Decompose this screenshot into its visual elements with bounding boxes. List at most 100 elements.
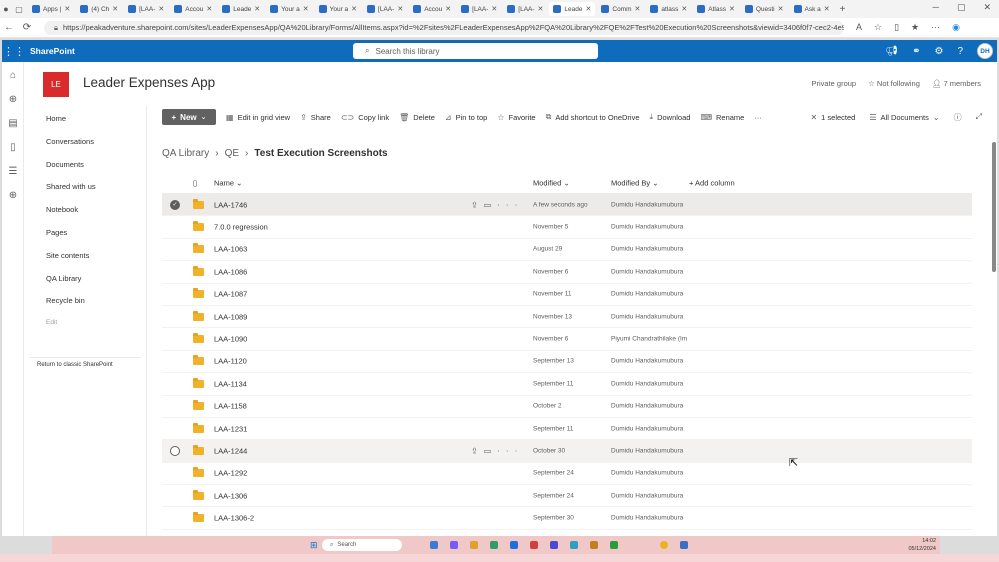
new-tab-button[interactable]: + (840, 4, 846, 15)
folder-name-link[interactable]: LAA-1120 (214, 357, 247, 366)
browser-tab[interactable]: Accou ✕ (409, 2, 455, 16)
taskbar-app-icon[interactable] (450, 541, 458, 549)
folder-name-link[interactable]: LAA-1087 (214, 290, 247, 299)
file-icon[interactable]: ▯ (2, 142, 24, 153)
download-button[interactable]: ⤓ Download (650, 112, 691, 122)
tab-close-icon[interactable]: ✕ (206, 5, 212, 13)
taskbar-app-icon[interactable] (680, 541, 688, 549)
browser-tab[interactable]: [LAA- ✕ (503, 2, 547, 16)
folder-name-link[interactable]: LAA-1244 (214, 446, 247, 455)
modified-by-cell[interactable]: Dumidu Handakumubura (611, 492, 683, 499)
folder-name-link[interactable]: 7.0.0 regression (214, 223, 268, 232)
nav-item-qa-library[interactable]: QA Library (46, 274, 81, 283)
scrollbar[interactable] (991, 142, 997, 530)
nav-item-documents[interactable]: Documents (46, 160, 84, 169)
pin-button[interactable]: ⊿ Pin to top (445, 113, 487, 122)
tab-close-icon[interactable]: ✕ (491, 5, 497, 13)
table-row[interactable]: LAA-1306 September 24 Dumidu Handakumubura (162, 485, 972, 508)
favorite-star-icon[interactable]: ☆ (874, 22, 882, 33)
help-icon[interactable]: ? (957, 46, 963, 57)
comment-icon[interactable]: ▭ (484, 446, 498, 455)
table-row[interactable]: LAA-1086 November 6 Dumidu Handakumubura (162, 261, 972, 284)
gear-icon[interactable]: ⚙ (934, 46, 943, 57)
browser-tab[interactable]: atlass ✕ (646, 2, 691, 16)
share-button[interactable]: ⇪ Share (300, 113, 331, 122)
site-logo[interactable]: LE (43, 72, 69, 97)
browser-tab[interactable]: Leade ✕ (549, 2, 596, 16)
folder-name-link[interactable]: LAA-1086 (214, 267, 247, 276)
table-row[interactable]: LAA-1090 November 6 Piyumi Chandrathilake … (162, 328, 972, 351)
modified-by-cell[interactable]: Piyumi Chandrathilake (Im (611, 336, 687, 343)
megaphone-icon[interactable]: 📢︎ (885, 46, 898, 57)
taskbar-app-icon[interactable] (610, 541, 618, 549)
table-row[interactable]: LAA-1089 November 13 Dumidu Handakumubura (162, 306, 972, 329)
share-icon[interactable]: ⇪ (471, 446, 484, 455)
windows-start-icon[interactable]: ⊞ (310, 540, 318, 551)
folder-name-link[interactable]: LAA-1231 (214, 424, 247, 433)
tab-close-icon[interactable]: ✕ (824, 5, 830, 13)
scroll-thumb[interactable] (992, 142, 996, 272)
nav-item-home[interactable]: Home (46, 114, 66, 123)
modified-by-cell[interactable]: Dumidu Handakumubura (611, 403, 683, 410)
browser-tab[interactable]: Your a ✕ (315, 2, 361, 16)
share-icon[interactable]: ⇪ (471, 200, 484, 209)
nav-item-conversations[interactable]: Conversations (46, 137, 94, 146)
taskbar-app-icon[interactable] (550, 541, 558, 549)
library-search-input[interactable]: ⌕ Search this library (353, 43, 598, 59)
app-launcher-icon[interactable]: ⋮⋮ (2, 45, 26, 58)
view-selector[interactable]: ☰ All Documents ⌄ (869, 113, 939, 122)
tab-close-icon[interactable]: ✕ (445, 5, 451, 13)
close-icon[interactable]: ✕ (983, 2, 991, 13)
modified-by-cell[interactable]: Dumidu Handakumubura (611, 380, 683, 387)
folder-name-link[interactable]: LAA-1292 (214, 469, 247, 478)
modified-by-column-header[interactable]: Modified By ⌄ (611, 178, 659, 187)
tab-close-icon[interactable]: ✕ (64, 5, 70, 13)
modified-by-cell[interactable]: Dumidu Handakumubura (611, 447, 683, 454)
nav-item-recycle-bin[interactable]: Recycle bin (46, 296, 85, 305)
back-arrow-icon[interactable]: ← (0, 22, 18, 33)
taskbar-app-icon[interactable] (570, 541, 578, 549)
add-column-button[interactable]: + Add column (689, 178, 735, 187)
table-row[interactable]: LAA-1158 October 2 Dumidu Handakumubura (162, 396, 972, 418)
expand-button[interactable]: ⤢ (976, 112, 982, 122)
breadcrumb-root[interactable]: QA Library (162, 148, 209, 159)
browser-tab[interactable]: Your a ✕ (266, 2, 312, 16)
table-row[interactable]: LAA-1063 August 29 Dumidu Handakumubura (162, 239, 972, 262)
info-button[interactable]: ⓘ (954, 112, 962, 123)
lists-icon[interactable]: ☰ (2, 166, 24, 177)
folder-name-link[interactable]: LAA-1158 (214, 402, 247, 411)
share-network-icon[interactable]: ⚭ (912, 46, 920, 57)
modified-by-cell[interactable]: Dumidu Handakumubura (611, 425, 683, 432)
table-row[interactable]: ✓ LAA-1746 ⇪▭··· A few seconds ago Dumidu Ha… (162, 194, 972, 217)
taskbar-search[interactable]: ⌕ Search (322, 539, 402, 551)
modified-by-cell[interactable]: Dumidu Handakumubura (611, 268, 683, 275)
taskbar-app-icon[interactable] (470, 541, 478, 549)
browser-tab[interactable]: [LAA- ✕ (124, 2, 168, 16)
create-icon[interactable]: ⊕ (2, 190, 24, 201)
folder-name-link[interactable]: LAA-1134 (214, 379, 247, 388)
modified-by-cell[interactable]: Dumidu Handakumubura (611, 313, 683, 320)
folder-name-link[interactable]: LAA-1306 (214, 491, 247, 500)
table-row[interactable]: LAA-1244 ⇪▭··· October 30 Dumidu Handakumub… (162, 440, 972, 463)
new-button[interactable]: + New ⌄ (162, 109, 216, 125)
taskbar-app-icon[interactable] (590, 541, 598, 549)
comment-icon[interactable]: ▭ (484, 200, 498, 209)
news-icon[interactable]: ▤ (2, 118, 24, 129)
taskbar-clock[interactable]: 14:02 05/12/2024 (908, 537, 936, 553)
browser-tab[interactable]: Questi ✕ (741, 2, 788, 16)
tab-close-icon[interactable]: ✕ (158, 5, 164, 13)
modified-by-cell[interactable]: Dumidu Handakumubura (611, 358, 683, 365)
browser-tab[interactable]: Leade ✕ (218, 2, 264, 16)
maximize-icon[interactable]: ▢ (957, 2, 966, 13)
more-commands-button[interactable]: ··· (754, 113, 762, 122)
follow-button[interactable]: ☆ Not following (868, 79, 920, 88)
tab-close-icon[interactable]: ✕ (351, 5, 357, 13)
browser-tab[interactable]: Comm ✕ (597, 2, 644, 16)
nav-item-site-contents[interactable]: Site contents (46, 251, 89, 260)
taskbar-app-icon[interactable] (430, 541, 438, 549)
refresh-icon[interactable]: ⟳ (18, 22, 36, 33)
browser-tab[interactable]: [LAA- ✕ (457, 2, 501, 16)
home-icon[interactable]: ⌂ (2, 70, 24, 81)
taskbar-app-icon[interactable] (510, 541, 518, 549)
split-screen-icon[interactable]: ▯ (894, 22, 899, 33)
